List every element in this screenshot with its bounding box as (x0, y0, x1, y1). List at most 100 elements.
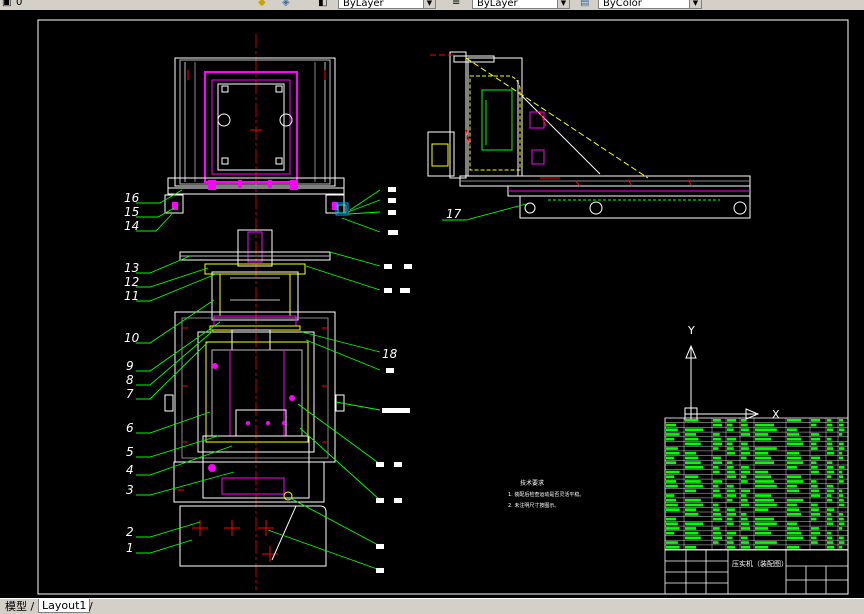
bom-cell-text (827, 437, 832, 441)
chevron-down-icon[interactable]: ▼ (557, 0, 569, 8)
bom-cell-text (755, 447, 777, 450)
part-label-16: 16 (124, 191, 140, 205)
bom-cell-text (827, 423, 833, 427)
bom-cell-text (685, 466, 704, 469)
layer-name-text: 0 (16, 0, 23, 8)
bom-cell-text (755, 545, 769, 549)
technical-notes: 技术要求 1. 装配后检查运动是否灵活平稳。 2. 未注明尺寸按图示。 (508, 479, 584, 509)
bom-cell-text (839, 517, 844, 521)
bom-cell-text (755, 451, 769, 455)
lower-body (164, 311, 345, 567)
bom-cell-text (741, 419, 747, 422)
bom-cell-text (839, 498, 844, 502)
bom-cell-text (839, 503, 845, 507)
bom-cell-text (685, 522, 704, 526)
bom-cell-text (839, 513, 844, 516)
bom-cell-text (741, 498, 748, 502)
part-label-6: 6 (126, 421, 134, 435)
bom-cell-text (839, 442, 844, 446)
lineweight-control-icon[interactable]: ▤ (580, 0, 589, 9)
bom-cell-text (666, 517, 677, 521)
bom-cell-text (685, 461, 701, 464)
bom-cell-text (685, 484, 704, 488)
bom-cell-text (787, 451, 800, 455)
bom-cell-text (741, 466, 749, 469)
bom-cell-text (727, 508, 735, 511)
bom-cell-text (727, 442, 733, 446)
linetype-combo-value: ByLayer (477, 0, 518, 9)
bom-cell-text (727, 536, 733, 540)
bom-cell-text (666, 470, 680, 474)
plotstyle-combo[interactable]: ByColor ▼ (598, 0, 702, 9)
linetype-combo[interactable]: ByLayer ▼ (472, 0, 570, 9)
part-label-12: 12 (124, 275, 139, 289)
bom-cell-text (755, 437, 772, 441)
bom-cell-text (741, 423, 748, 427)
bom-cell-text (755, 508, 769, 511)
bom-cell-text (727, 447, 734, 450)
bom-cell-text (839, 489, 843, 493)
bom-cell-text (755, 480, 774, 483)
bom-cell-text (713, 433, 720, 436)
title-block (664, 549, 849, 595)
bom-cell-text (727, 466, 734, 469)
bom-cell-text (755, 484, 777, 488)
bom-cell-text (827, 470, 835, 474)
bom-cell-text (727, 423, 733, 427)
tab-model[interactable]: 模型 / (2, 599, 37, 614)
bom-cell-text (755, 494, 772, 497)
bom-cell-text (685, 527, 696, 530)
bom-cell-text (727, 513, 737, 516)
bom-cell-text (811, 531, 821, 535)
bom-cell-text (713, 489, 720, 493)
bom-cell-text (713, 531, 721, 535)
make-layer-current-icon[interactable]: ◆ (258, 0, 266, 9)
bom-cell-text (787, 531, 802, 535)
linetype-control-icon[interactable]: ≡ (452, 0, 460, 9)
bom-cell-text (827, 513, 832, 516)
drawing-canvas[interactable]: 16 15 14 13 12 11 10 9 8 7 6 5 4 3 2 1 1… (0, 10, 864, 598)
bom-cell-text (839, 494, 844, 497)
bom-cell-text (666, 527, 680, 530)
bom-cell-text (713, 517, 723, 521)
bom-cell-text (713, 419, 721, 422)
bom-cell-text (811, 470, 819, 474)
bom-cell-text (727, 428, 734, 432)
bom-cell-text (727, 475, 737, 479)
bom-cell-text (741, 470, 751, 474)
bom-cell-text (727, 484, 734, 488)
color-control-icon[interactable]: ◧ (318, 0, 327, 9)
chevron-down-icon[interactable]: ▼ (423, 0, 435, 8)
bom-cell-text (741, 489, 751, 493)
bom-cell-text (685, 433, 696, 436)
layer-previous-icon[interactable]: ◈ (282, 0, 290, 9)
bom-cell-text (787, 442, 804, 446)
bom-cell-text (713, 470, 720, 474)
bom-cell-text (755, 475, 772, 479)
bom-cell-text (787, 428, 797, 432)
bom-cell-text (787, 522, 797, 526)
part-label-7: 7 (126, 387, 134, 401)
color-combo[interactable]: ByLayer ▼ (338, 0, 436, 9)
bom-cell-text (713, 503, 719, 507)
bom-cell-text (741, 428, 749, 432)
bom-cell-text (827, 475, 832, 479)
bom-cell-text (727, 470, 735, 474)
title-block-name: 压实机（装配图） (732, 559, 788, 568)
layer-state-icon[interactable]: ▣ (2, 0, 11, 9)
bom-cell-text (666, 437, 675, 441)
bom-cell-text (741, 494, 747, 497)
bom-cell-text (811, 484, 818, 488)
tab-layout1[interactable]: Layout1 (38, 599, 91, 613)
bom-cell-text (685, 513, 699, 516)
bom-cell-text (713, 480, 723, 483)
bom-cell-text (811, 517, 817, 521)
chevron-down-icon[interactable]: ▼ (689, 0, 701, 8)
bom-cell-text (787, 508, 800, 511)
ucs-y-label: Y (687, 324, 695, 337)
bom-cell-text (713, 513, 721, 516)
bom-cell-text (713, 466, 719, 469)
bom-cell-text (787, 456, 802, 460)
bom-cell-text (839, 447, 845, 450)
ucs-x-label: X (772, 408, 780, 421)
